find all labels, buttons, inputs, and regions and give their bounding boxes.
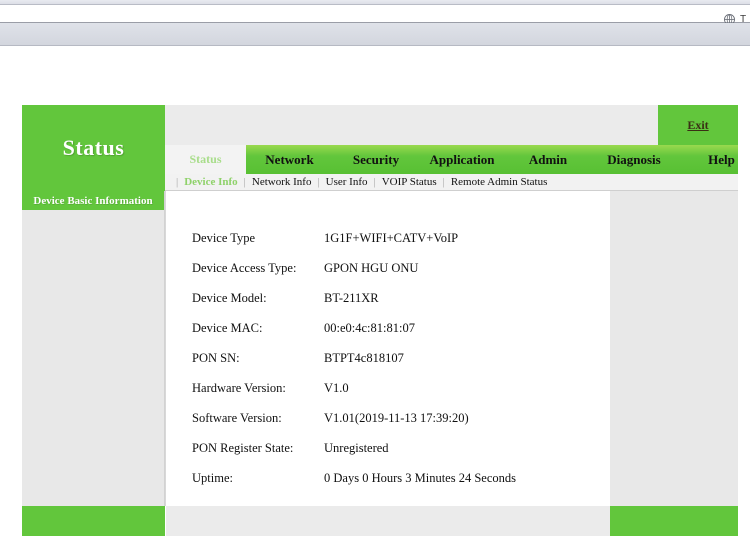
- footer-right-block: [610, 506, 738, 536]
- info-value: Unregistered: [324, 441, 389, 455]
- tab-help[interactable]: Help: [677, 145, 750, 174]
- content-panel: Device Type 1G1F+WIFI+CATV+VoIP Device Acc…: [165, 191, 610, 506]
- device-basic-information-table: Device Type 1G1F+WIFI+CATV+VoIP Device Acc…: [192, 231, 592, 501]
- right-rail: [610, 191, 738, 506]
- tab-status[interactable]: Status: [165, 145, 246, 174]
- exit-button[interactable]: Exit: [658, 105, 738, 145]
- page-body: Device Basic Information Device Type 1G1F…: [22, 191, 738, 506]
- browser-address-bar[interactable]: T: [0, 5, 750, 25]
- info-value: BTPT4c818107: [324, 351, 404, 365]
- sub-nav-item-remote-admin-status[interactable]: Remote Admin Status: [451, 176, 548, 188]
- browser-bookmarks-bar[interactable]: [0, 23, 750, 46]
- table-row: Device Type 1G1F+WIFI+CATV+VoIP: [192, 231, 592, 261]
- tab-diagnosis[interactable]: Diagnosis: [591, 145, 677, 174]
- sidebar-item-device-basic-information[interactable]: Device Basic Information: [22, 191, 164, 210]
- tab-label: Application: [429, 151, 495, 167]
- info-value: V1.0: [324, 381, 349, 395]
- info-value: 1G1F+WIFI+CATV+VoIP: [324, 231, 459, 245]
- info-value: GPON HGU ONU: [324, 261, 419, 275]
- page-footer: [22, 506, 738, 536]
- tab-label: Help: [708, 151, 735, 167]
- table-row: Software Version: V1.01(2019-11-13 17:39:…: [192, 411, 592, 441]
- info-label: Device MAC:: [192, 321, 263, 335]
- table-row: PON Register State: Unregistered: [192, 441, 592, 471]
- sidebar: Device Basic Information: [22, 191, 165, 506]
- info-label: Hardware Version:: [192, 381, 286, 395]
- sub-nav-item-user-info[interactable]: User Info: [326, 176, 368, 188]
- sub-nav-separator: |: [243, 176, 246, 188]
- tab-admin[interactable]: Admin: [505, 145, 591, 174]
- page-header: Status Exit Status Network Security Applica…: [22, 105, 738, 191]
- sub-nav-item-device-info[interactable]: Device Info: [184, 176, 237, 188]
- sub-nav-separator: |: [373, 176, 376, 188]
- table-row: Uptime: 0 Days 0 Hours 3 Minutes 24 Secon…: [192, 471, 592, 501]
- info-label: PON Register State:: [192, 441, 294, 455]
- table-row: PON SN: BTPT4c818107: [192, 351, 592, 381]
- info-label: Uptime:: [192, 471, 233, 485]
- tab-label: Admin: [528, 151, 568, 167]
- sub-nav-item-network-info[interactable]: Network Info: [252, 176, 312, 188]
- page-title: Status: [62, 135, 125, 160]
- tab-application[interactable]: Application: [419, 145, 505, 174]
- sidebar-item-label: Device Basic Information: [33, 194, 153, 207]
- header-right-area: Exit Status Network Security Application Adm…: [165, 105, 738, 191]
- footer-left-block: [22, 506, 165, 536]
- info-value: 0 Days 0 Hours 3 Minutes 24 Seconds: [324, 471, 517, 485]
- exit-link-label[interactable]: Exit: [687, 118, 708, 133]
- sub-nav-item-voip-status[interactable]: VOIP Status: [382, 176, 437, 188]
- tab-network[interactable]: Network: [246, 145, 333, 174]
- sub-nav-separator: |: [442, 176, 445, 188]
- table-row: Device MAC: 00:e0:4c:81:81:07: [192, 321, 592, 351]
- info-value: 00:e0:4c:81:81:07: [324, 321, 415, 335]
- tab-label: Network: [265, 151, 314, 167]
- router-admin-page: Status Exit Status Network Security Applica…: [0, 46, 750, 549]
- info-value: V1.01(2019-11-13 17:39:20): [324, 411, 469, 425]
- info-label: Device Type: [192, 231, 256, 245]
- tab-label: Security: [352, 151, 400, 167]
- table-row: Hardware Version: V1.0: [192, 381, 592, 411]
- footer-middle-block: [166, 506, 610, 536]
- info-label: Device Model:: [192, 291, 267, 305]
- info-label: Software Version:: [192, 411, 282, 425]
- table-row: Device Access Type: GPON HGU ONU: [192, 261, 592, 291]
- tab-label: Diagnosis: [607, 151, 661, 167]
- tab-label: Status: [189, 152, 222, 166]
- browser-chrome: T: [0, 0, 750, 46]
- info-label: PON SN:: [192, 351, 240, 365]
- main-tab-bar: Status Network Security Application Admin Dia…: [165, 145, 738, 174]
- tab-security[interactable]: Security: [333, 145, 419, 174]
- info-label: Device Access Type:: [192, 261, 297, 275]
- logo-block: Status: [22, 105, 165, 191]
- table-row: Device Model: BT-211XR: [192, 291, 592, 321]
- info-value: BT-211XR: [324, 291, 379, 305]
- sub-nav-separator: |: [176, 176, 179, 188]
- sub-nav-bar: | Device Info | Network Info | User Info | VOIP…: [165, 174, 738, 191]
- sub-nav-separator: |: [317, 176, 320, 188]
